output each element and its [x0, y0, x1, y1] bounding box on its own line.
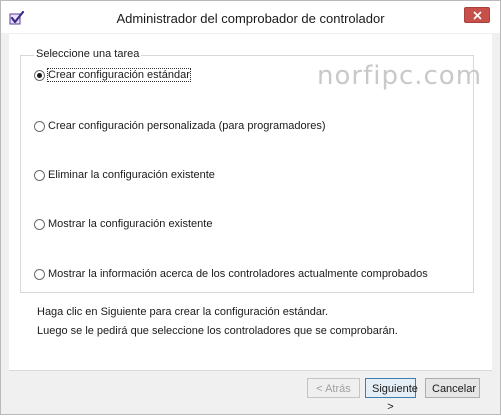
- radio-button[interactable]: [34, 218, 45, 230]
- option-delete-settings[interactable]: Eliminar la configuración existente: [34, 167, 215, 183]
- description-line-1: Haga clic en Siguiente para crear la con…: [37, 306, 329, 318]
- option-display-settings[interactable]: Mostrar la configuración existente: [34, 216, 212, 232]
- back-button[interactable]: < Atrás: [307, 378, 360, 398]
- option-label: Crear configuración estándar: [47, 68, 191, 82]
- radio-button[interactable]: [34, 169, 45, 181]
- close-icon: [473, 11, 482, 20]
- option-label: Eliminar la configuración existente: [48, 169, 215, 181]
- description-line-2: Luego se le pedirá que seleccione los co…: [37, 325, 398, 337]
- option-label: Mostrar la configuración existente: [48, 218, 213, 230]
- footer-separator: [9, 370, 492, 371]
- option-label: Crear configuración personalizada (para …: [48, 120, 326, 132]
- option-custom-settings[interactable]: Crear configuración personalizada (para …: [34, 118, 326, 134]
- radio-button-selected[interactable]: [34, 69, 45, 81]
- driver-verifier-window: Administrador del comprobador de control…: [0, 0, 501, 415]
- radio-button[interactable]: [34, 268, 45, 280]
- groupbox-title: Seleccione una tarea: [34, 48, 142, 60]
- next-button[interactable]: Siguiente >: [365, 378, 418, 413]
- option-display-driver-info[interactable]: Mostrar la información acerca de los con…: [34, 266, 428, 282]
- option-label: Mostrar la información acerca de los con…: [48, 268, 428, 280]
- title-bar: Administrador del comprobador de control…: [1, 1, 500, 33]
- radio-button[interactable]: [34, 120, 45, 132]
- window-title: Administrador del comprobador de control…: [116, 11, 385, 26]
- cancel-button[interactable]: Cancelar: [425, 378, 480, 398]
- watermark: norfipc.com: [317, 61, 483, 91]
- close-button[interactable]: [464, 7, 490, 23]
- option-standard-settings[interactable]: Crear configuración estándar: [34, 67, 191, 83]
